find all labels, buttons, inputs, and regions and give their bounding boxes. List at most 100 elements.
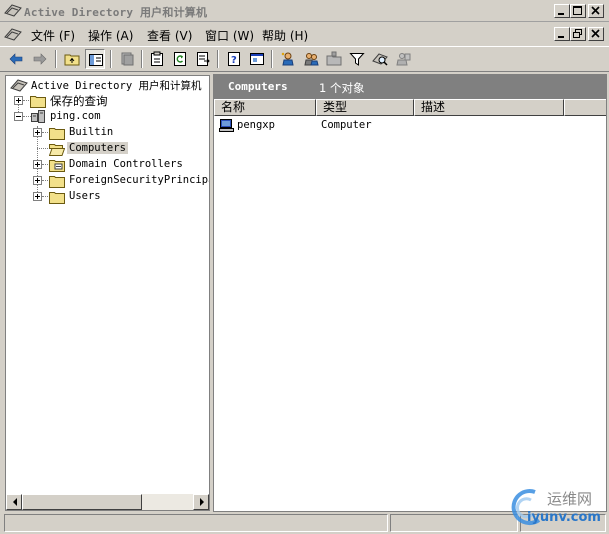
toolbar-separator <box>271 50 273 68</box>
tree-item-domain-controllers[interactable]: Domain Controllers <box>6 157 206 173</box>
scroll-thumb[interactable] <box>22 494 142 510</box>
column-header-name[interactable]: 名称 <box>214 99 316 116</box>
menu-window[interactable]: 窗口 (W) <box>205 27 254 44</box>
export-list-icon <box>197 52 210 66</box>
tree-item-label: Users <box>69 190 101 202</box>
expand-toggle[interactable] <box>33 160 42 169</box>
ad-book-icon <box>10 78 28 92</box>
create-user-button[interactable] <box>278 49 298 69</box>
open-folder-icon <box>48 142 66 156</box>
tree-item-foreign-security-principals[interactable]: ForeignSecurityPrincipa <box>6 173 210 189</box>
properties-icon <box>151 51 163 66</box>
tree-item-label: ForeignSecurityPrincipa <box>69 174 210 186</box>
ad-users-computers-app-icon[interactable] <box>4 3 22 18</box>
title-bar: Active Directory 用户和计算机 <box>0 0 609 22</box>
create-group-icon <box>304 53 319 66</box>
delete-icon <box>121 52 134 66</box>
maximize-button[interactable] <box>570 4 586 18</box>
computer-icon <box>219 118 235 132</box>
details-header: Computers 1 个对象 <box>214 75 606 99</box>
table-row[interactable]: pengxp Computer <box>214 117 606 133</box>
menu-action[interactable]: 操作 (A) <box>88 27 133 44</box>
forward-button[interactable] <box>30 49 50 69</box>
ou-folder-icon <box>49 158 65 172</box>
column-headers: 名称 类型 描述 <box>214 99 606 116</box>
delete-button[interactable] <box>117 49 137 69</box>
export-list-button[interactable] <box>193 49 213 69</box>
tree-item-users[interactable]: Users <box>6 189 206 205</box>
scroll-left-button[interactable] <box>6 494 22 510</box>
minimize-button[interactable] <box>554 4 570 18</box>
help-button[interactable]: ? <box>224 49 244 69</box>
child-restore-button[interactable] <box>570 27 586 41</box>
expand-toggle[interactable] <box>14 96 23 105</box>
close-button[interactable] <box>588 4 604 18</box>
console-icon <box>250 53 264 65</box>
expand-toggle[interactable] <box>33 176 42 185</box>
toolbar: ? <box>0 46 609 72</box>
menu-help[interactable]: 帮助 (H) <box>262 27 308 44</box>
watermark-url-text: iyunv.com <box>527 510 601 525</box>
tree-item-saved-queries[interactable]: 保存的查询 <box>6 93 206 109</box>
refresh-button[interactable] <box>170 49 190 69</box>
object-count: 1 个对象 <box>319 81 365 95</box>
filter-button[interactable] <box>347 49 367 69</box>
column-header-type[interactable]: 类型 <box>316 99 414 116</box>
console-window-icon[interactable] <box>4 26 22 42</box>
tree-horizontal-scrollbar[interactable] <box>6 494 209 510</box>
show-tree-icon <box>89 54 103 66</box>
toolbar-separator <box>55 50 57 68</box>
container-name: Computers <box>228 80 288 93</box>
tree-item-computers[interactable]: Computers <box>6 141 206 157</box>
status-panel-main <box>4 514 388 532</box>
arrow-right-icon <box>200 498 204 506</box>
find-icon <box>372 53 388 66</box>
details-pane[interactable]: Computers 1 个对象 名称 类型 描述 pengxp Computer <box>213 74 607 512</box>
collapse-toggle[interactable] <box>14 112 23 121</box>
show-hide-tree-button[interactable] <box>85 49 105 69</box>
create-ou-icon <box>326 51 342 66</box>
properties-button[interactable] <box>147 49 167 69</box>
child-close-button[interactable] <box>588 27 604 41</box>
toolbar-separator <box>110 50 112 68</box>
toolbar-separator <box>141 50 143 68</box>
tree-item-label: ping.com <box>50 110 101 122</box>
column-header-description[interactable]: 描述 <box>414 99 564 116</box>
toolbar-separator <box>217 50 219 68</box>
tree-item-label: Computers <box>67 142 128 154</box>
folder-icon <box>49 174 65 188</box>
window-title: Active Directory 用户和计算机 <box>24 6 208 19</box>
arrow-left-icon <box>13 498 17 506</box>
create-user-icon <box>281 52 294 66</box>
cell-type: Computer <box>321 119 372 131</box>
status-panel-secondary <box>390 514 518 532</box>
tree-root-label: Active Directory 用户和计算机 <box>31 80 202 92</box>
cell-name: pengxp <box>237 119 275 131</box>
up-folder-icon <box>64 54 80 66</box>
console-tree[interactable]: Active Directory 用户和计算机 保存的查询 ping.com B… <box>5 75 210 511</box>
menu-bar: 文件 (F) 操作 (A) 查看 (V) 窗口 (W) 帮助 (H) <box>0 23 609 45</box>
expand-toggle[interactable] <box>33 128 42 137</box>
refresh-icon <box>174 52 186 66</box>
create-ou-button[interactable] <box>324 49 344 69</box>
create-group-button[interactable] <box>301 49 321 69</box>
folder-icon <box>49 190 65 204</box>
add-to-group-button[interactable] <box>393 49 413 69</box>
child-minimize-button[interactable] <box>554 27 570 41</box>
site-watermark: 运维网 iyunv.com <box>505 486 607 532</box>
watermark-cn-text: 运维网 <box>547 490 593 508</box>
tree-root[interactable]: Active Directory 用户和计算机 <box>8 77 208 93</box>
up-one-level-button[interactable] <box>62 49 82 69</box>
scroll-right-button[interactable] <box>193 494 209 510</box>
tree-item-domain[interactable]: ping.com <box>6 109 206 125</box>
menu-file[interactable]: 文件 (F) <box>31 27 75 44</box>
find-button[interactable] <box>370 49 390 69</box>
domain-icon <box>30 109 46 123</box>
back-button[interactable] <box>6 49 26 69</box>
tree-item-builtin[interactable]: Builtin <box>6 125 206 141</box>
console-tree-button[interactable] <box>247 49 267 69</box>
menu-view[interactable]: 查看 (V) <box>147 27 192 44</box>
expand-toggle[interactable] <box>33 192 42 201</box>
svg-text:?: ? <box>231 55 237 66</box>
tree-item-label: Domain Controllers <box>69 158 183 170</box>
